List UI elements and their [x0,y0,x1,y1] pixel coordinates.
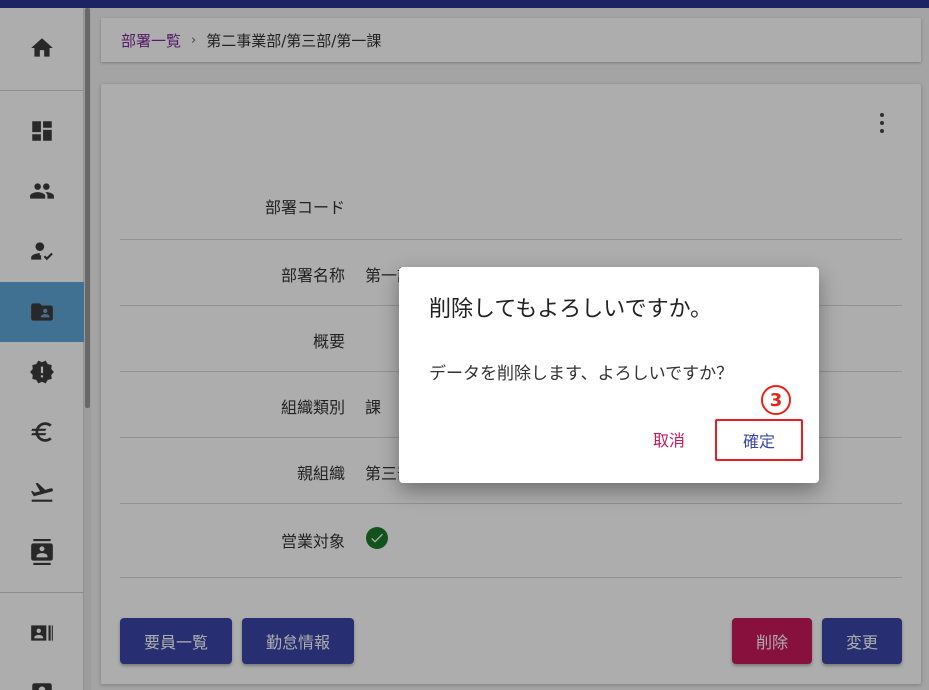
delete-confirm-dialog: 削除してもよろしいですか。 データを削除します、よろしいですか？ 3 取消 確定 [399,267,819,483]
dialog-title: 削除してもよろしいですか。 [429,297,713,322]
cancel-button[interactable]: 取消 [639,425,699,453]
step-marker-number: 3 [769,389,783,411]
dialog-message: データを削除します、よろしいですか？ [429,364,734,384]
confirm-button[interactable]: 確定 [715,419,803,461]
step-marker: 3 [761,385,791,415]
